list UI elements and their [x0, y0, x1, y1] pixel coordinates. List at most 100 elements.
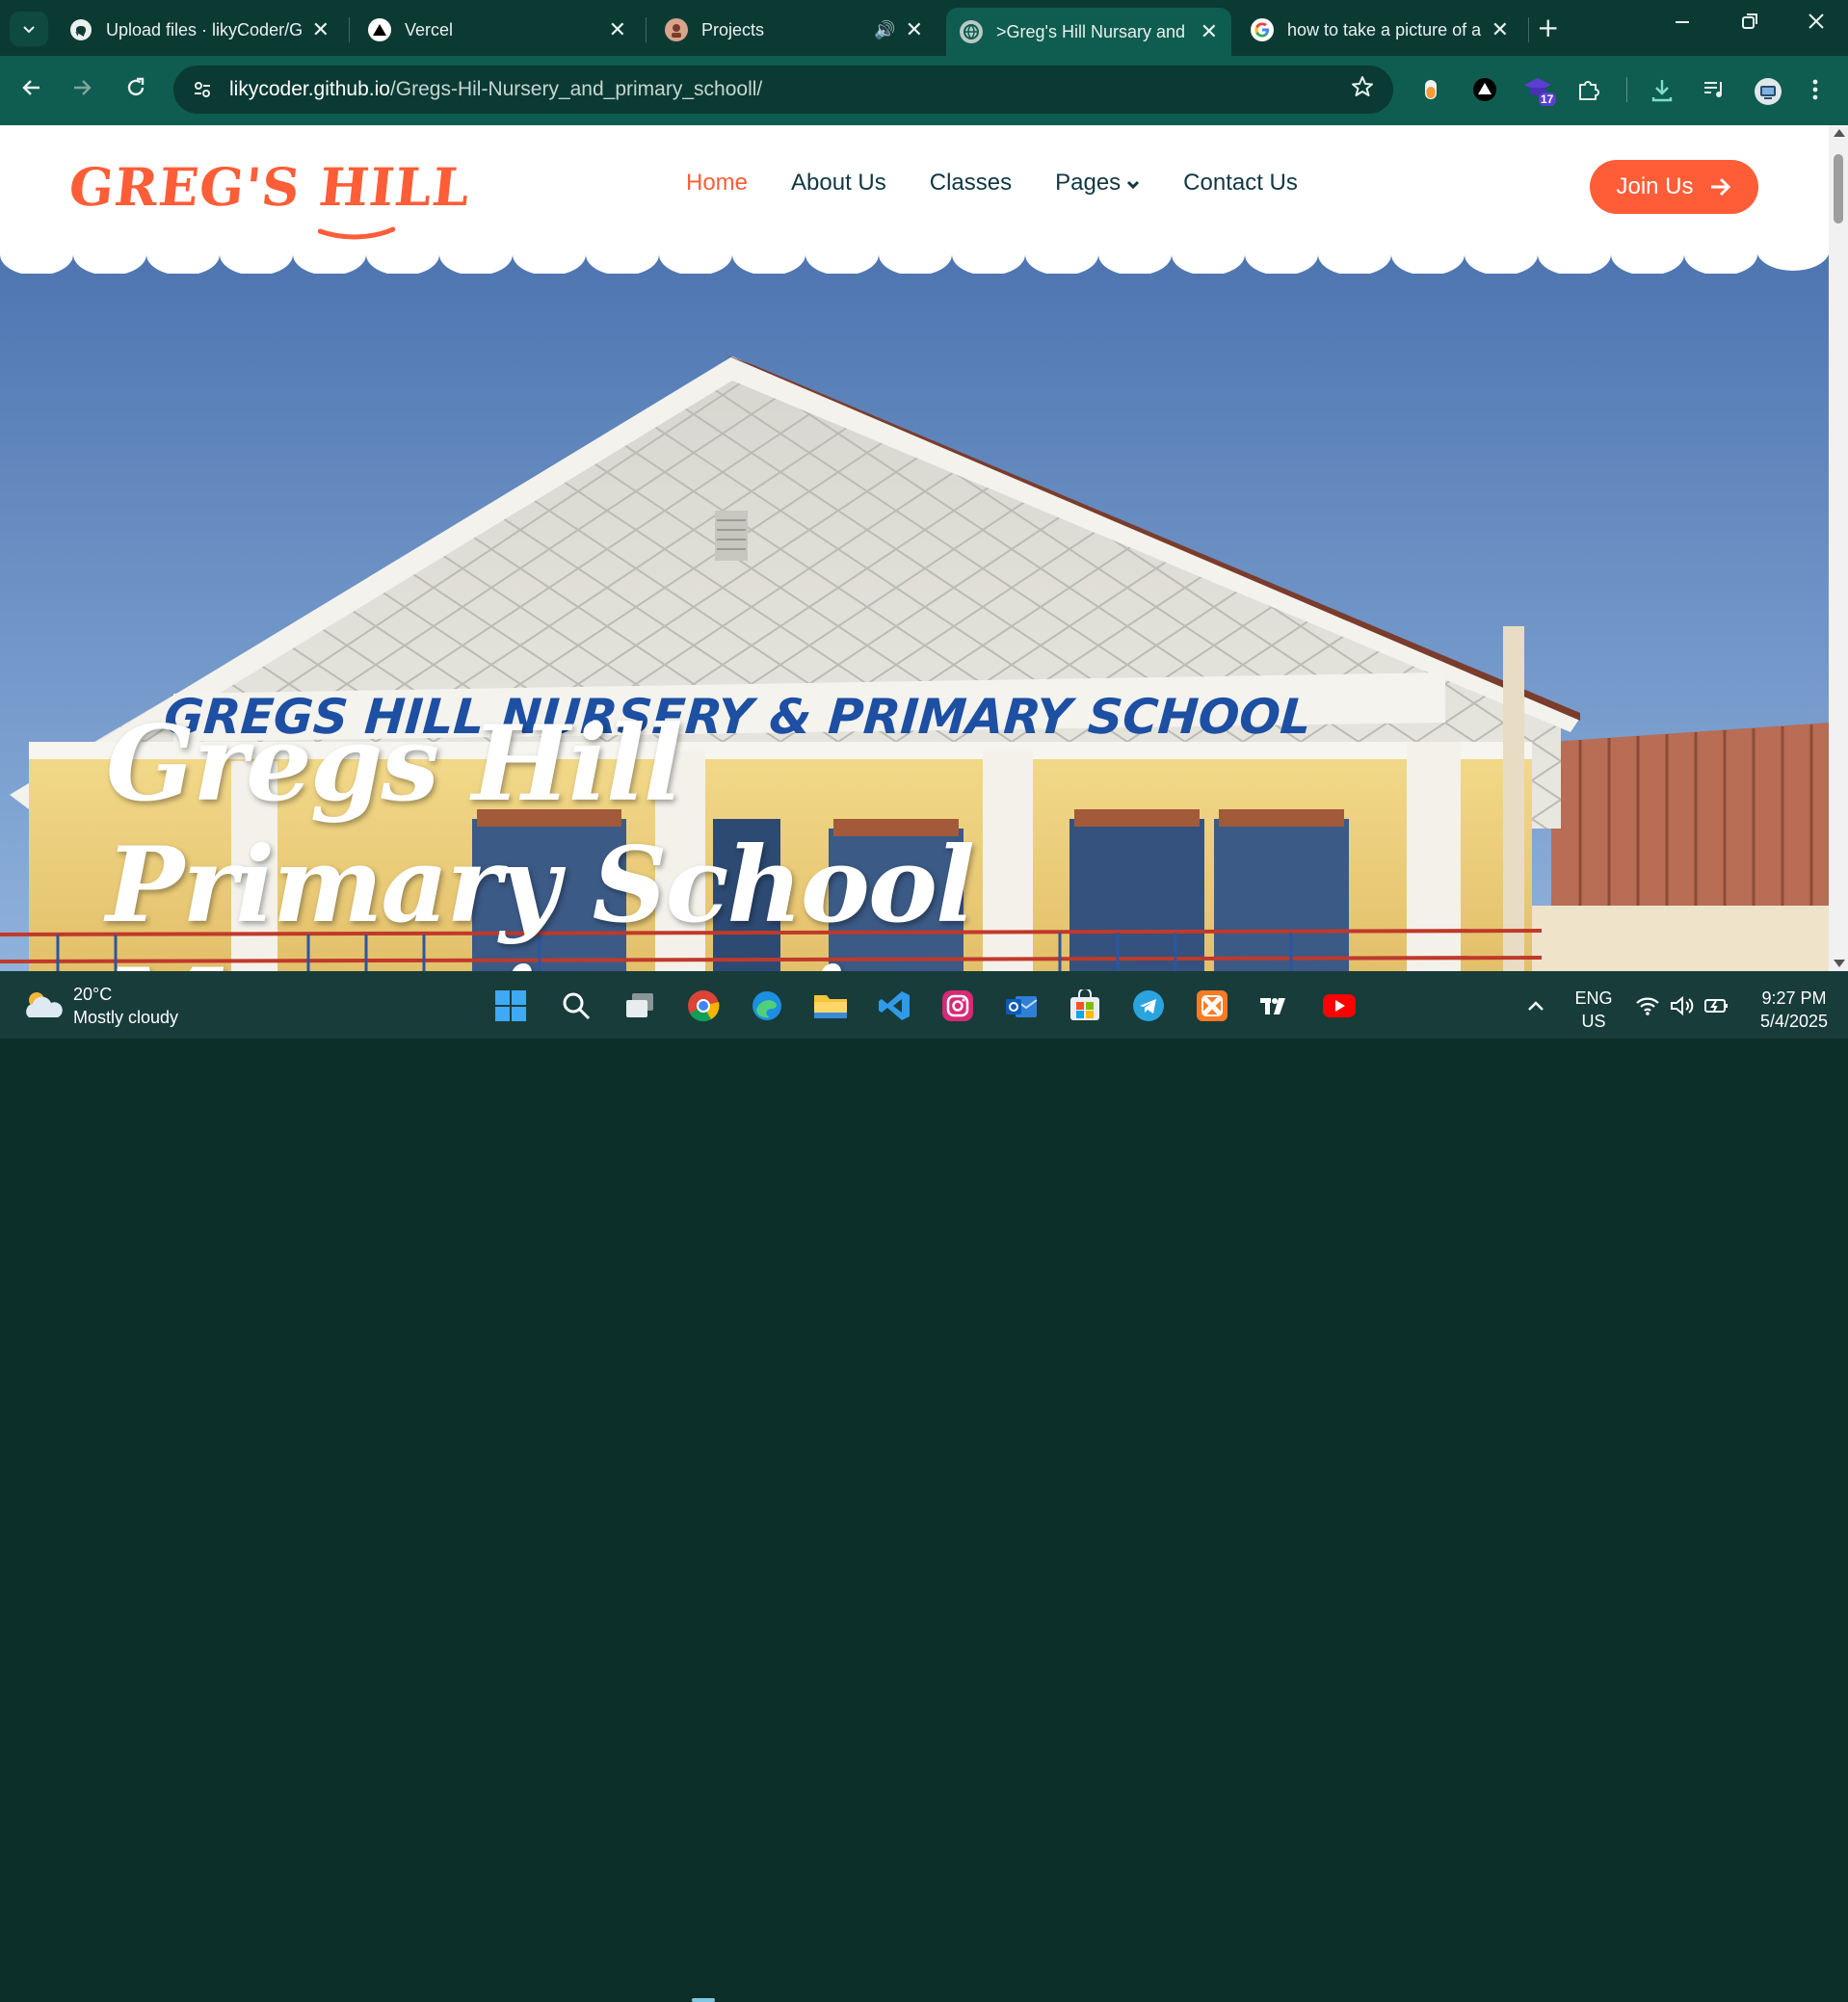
weather-text: 20°C Mostly cloudy [73, 983, 178, 1029]
nav-pages-dropdown[interactable]: Pages [1055, 170, 1140, 197]
weather-widget[interactable]: 20°C Mostly cloudy [21, 983, 178, 1029]
join-us-button[interactable]: Join Us [1590, 160, 1758, 214]
input-language[interactable]: ENG US [1572, 987, 1615, 1033]
instagram-icon[interactable] [940, 988, 975, 1023]
profile-avatar-icon[interactable] [1754, 77, 1782, 112]
download-icon[interactable] [1650, 77, 1675, 110]
outlook-icon[interactable] [1004, 988, 1039, 1023]
task-view-icon[interactable] [622, 988, 657, 1023]
tab-title: >Greg's Hill Nursary and [996, 21, 1186, 41]
main-nav: Home About Us Classes Pages Contact Us [686, 170, 1341, 197]
extension-orange-icon[interactable] [1420, 77, 1441, 108]
close-icon[interactable]: ✕ [609, 17, 626, 42]
nav-classes[interactable]: Classes [930, 170, 1012, 197]
chevron-down-icon [23, 26, 35, 34]
search-icon[interactable] [559, 988, 594, 1023]
graduation-extension-icon[interactable]: 17 [1522, 75, 1557, 114]
close-icon[interactable]: ✕ [312, 17, 330, 42]
wifi-icon[interactable] [1630, 988, 1665, 1023]
tab-github-upload[interactable]: Upload files · likyCoder/G ✕ [56, 10, 343, 50]
nav-about-us[interactable]: About Us [791, 170, 886, 197]
clock-date: 5/4/2025 [1759, 1012, 1829, 1031]
reload-icon[interactable] [123, 75, 148, 107]
temperature: 20°C [73, 985, 113, 1004]
scalloped-divider [0, 241, 1829, 274]
microsoft-store-icon[interactable] [1068, 988, 1102, 1023]
clock[interactable]: 9:27 PM 5/4/2025 [1746, 987, 1842, 1033]
close-icon[interactable]: ✕ [1201, 19, 1218, 44]
region-code: US [1581, 1012, 1606, 1031]
globe-icon [960, 20, 983, 43]
github-icon [69, 18, 92, 41]
clock-time: 9:27 PM [1761, 988, 1827, 1008]
back-arrow-icon[interactable] [19, 75, 44, 107]
forward-arrow-icon[interactable] [69, 75, 94, 107]
vercel-icon [368, 18, 391, 41]
tab-projects[interactable]: Projects 🔊 ✕ [651, 10, 937, 50]
vscode-icon[interactable] [877, 988, 911, 1023]
new-tab-button[interactable]: + [1537, 12, 1559, 43]
running-app-indicator [692, 1998, 715, 2002]
avatar-icon [665, 18, 688, 41]
close-icon[interactable]: ✕ [906, 17, 923, 42]
scroll-up-arrow-icon[interactable] [1834, 129, 1845, 137]
tab-divider [646, 17, 647, 42]
volume-icon[interactable] [1665, 988, 1700, 1023]
chevron-down-icon [1126, 177, 1140, 194]
youtube-icon[interactable] [1322, 988, 1357, 1023]
join-us-label: Join Us [1616, 173, 1694, 199]
xampp-icon[interactable] [1195, 988, 1229, 1023]
scrollbar-thumb[interactable] [1834, 154, 1843, 224]
tab-title: Upload files · likyCoder/G [106, 19, 303, 40]
nav-contact-us[interactable]: Contact Us [1183, 170, 1298, 197]
chrome-icon[interactable] [686, 988, 721, 1023]
tab-google-search[interactable]: how to take a picture of a ✕ [1237, 10, 1522, 50]
tab-vercel[interactable]: Vercel ✕ [355, 10, 640, 50]
weather-condition: Mostly cloudy [73, 1008, 179, 1027]
hero-title: Gregs Hill Primary School Maganjo main B… [106, 703, 975, 971]
extensions-puzzle-icon[interactable] [1576, 77, 1601, 108]
hero-carousel: GREGS HILL NURSERY & PRIMARY SCHOOL Greg… [0, 241, 1829, 971]
tab-divider [1528, 17, 1529, 42]
site-header: GREG'S HILL Home About Us Classes Pages … [0, 125, 1829, 247]
url-path: /Gregs-Hil-Nursery_and_primary_schooll/ [389, 78, 763, 100]
more-menu-icon[interactable] [1811, 77, 1819, 108]
speaker-icon[interactable]: 🔊 [874, 20, 895, 40]
telegram-icon[interactable] [1131, 988, 1166, 1023]
tab-divider [349, 17, 350, 42]
extension-badge: 17 [1541, 92, 1554, 106]
chevron-up-icon[interactable] [1518, 988, 1553, 1023]
nav-home[interactable]: Home [686, 170, 748, 197]
browser-toolbar: likycoder.github.io/Gregs-Hil-Nursery_an… [0, 56, 1848, 125]
media-control-icon[interactable] [1702, 77, 1727, 108]
logo-underline-swash [318, 226, 395, 240]
file-explorer-icon[interactable] [813, 988, 848, 1023]
windows-taskbar: 20°C Mostly cloudy ENG US 9:27 PM 5/4/20… [0, 971, 1848, 2002]
url-host: likycoder.github.io [229, 78, 390, 100]
restore-icon[interactable] [1740, 12, 1759, 37]
nav-pages-label: Pages [1055, 170, 1122, 196]
scroll-down-arrow-icon[interactable] [1834, 960, 1845, 967]
cloudy-weather-icon [21, 988, 64, 1023]
language-code: ENG [1574, 988, 1613, 1008]
browser-tab-bar: Upload files · likyCoder/G ✕ Vercel ✕ Pr… [0, 0, 1848, 56]
window-close-icon[interactable] [1807, 12, 1826, 37]
arrow-right-icon [1710, 177, 1730, 197]
tab-search-button[interactable] [10, 12, 48, 46]
vercel-extension-icon[interactable] [1472, 77, 1497, 108]
site-settings-icon[interactable] [189, 76, 216, 103]
bookmark-star-icon[interactable] [1351, 75, 1374, 104]
edge-icon[interactable] [750, 988, 784, 1023]
web-page: GREGS HILL NURSERY & PRIMARY SCHOOL Greg… [0, 125, 1829, 971]
battery-icon[interactable] [1700, 988, 1734, 1023]
page-scrollbar[interactable] [1829, 125, 1848, 971]
close-icon[interactable]: ✕ [1492, 17, 1509, 42]
tab-title: Vercel [405, 19, 454, 40]
tradingview-icon[interactable] [1258, 988, 1293, 1023]
minimize-icon[interactable] [1673, 12, 1692, 37]
site-logo[interactable]: GREG'S HILL [66, 156, 474, 218]
tab-title: how to take a picture of a [1287, 19, 1482, 40]
address-bar[interactable]: likycoder.github.io/Gregs-Hil-Nursery_an… [173, 66, 1393, 114]
tab-gregs-hill[interactable]: >Greg's Hill Nursary and ✕ [946, 8, 1231, 56]
windows-start-icon[interactable] [493, 988, 528, 1023]
